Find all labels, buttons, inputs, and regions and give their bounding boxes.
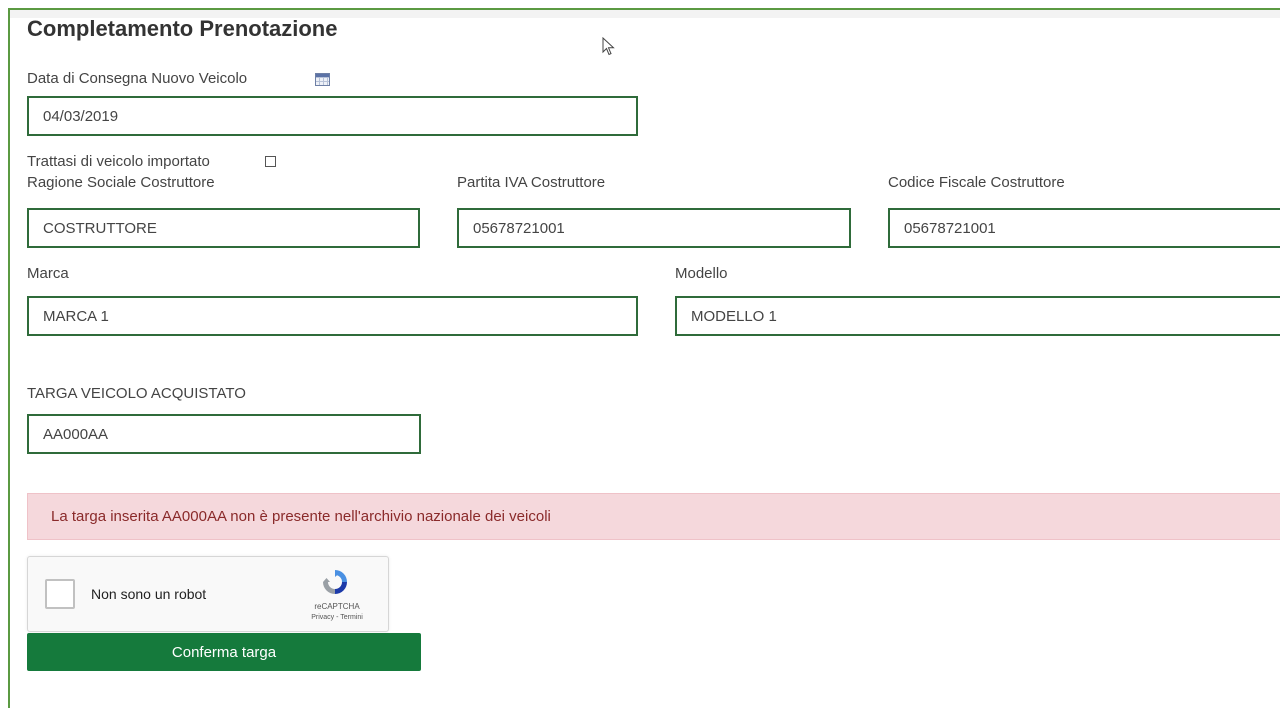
plate-label: TARGA VEICOLO ACQUISTATO <box>27 385 246 402</box>
imported-vehicle-label: Trattasi di veicolo importato <box>27 153 210 170</box>
manufacturer-name-input[interactable] <box>27 208 420 248</box>
plate-input[interactable] <box>27 414 421 454</box>
recaptcha-label: Non sono un robot <box>91 586 207 602</box>
model-input[interactable] <box>675 296 1280 336</box>
plate-not-found-alert: La targa inserita AA000AA non è presente… <box>27 493 1280 540</box>
recaptcha-checkbox[interactable] <box>45 579 75 609</box>
recaptcha-widget: Non sono un robot reCAPTCHA Privacy - Te… <box>27 556 389 632</box>
manufacturer-tax-code-label: Codice Fiscale Costruttore <box>888 174 1065 191</box>
recaptcha-logo-icon <box>323 570 347 594</box>
delivery-date-input[interactable] <box>27 96 638 136</box>
recaptcha-privacy-terms-link[interactable]: Privacy - Termini <box>302 614 372 621</box>
imported-vehicle-checkbox[interactable] <box>265 156 276 167</box>
manufacturer-tax-code-input[interactable] <box>888 208 1280 248</box>
brand-label: Marca <box>27 265 69 282</box>
calendar-icon[interactable] <box>315 73 330 86</box>
recaptcha-brand: reCAPTCHA <box>314 602 360 611</box>
model-label: Modello <box>675 265 728 282</box>
page-title: Completamento Prenotazione <box>27 16 338 41</box>
brand-input[interactable] <box>27 296 638 336</box>
confirm-plate-button[interactable]: Conferma targa <box>27 633 421 671</box>
delivery-date-label: Data di Consegna Nuovo Veicolo <box>27 70 248 87</box>
mouse-cursor-icon <box>602 37 615 56</box>
manufacturer-vat-input[interactable] <box>457 208 851 248</box>
manufacturer-name-label: Ragione Sociale Costruttore <box>27 174 215 191</box>
manufacturer-vat-label: Partita IVA Costruttore <box>457 174 606 191</box>
